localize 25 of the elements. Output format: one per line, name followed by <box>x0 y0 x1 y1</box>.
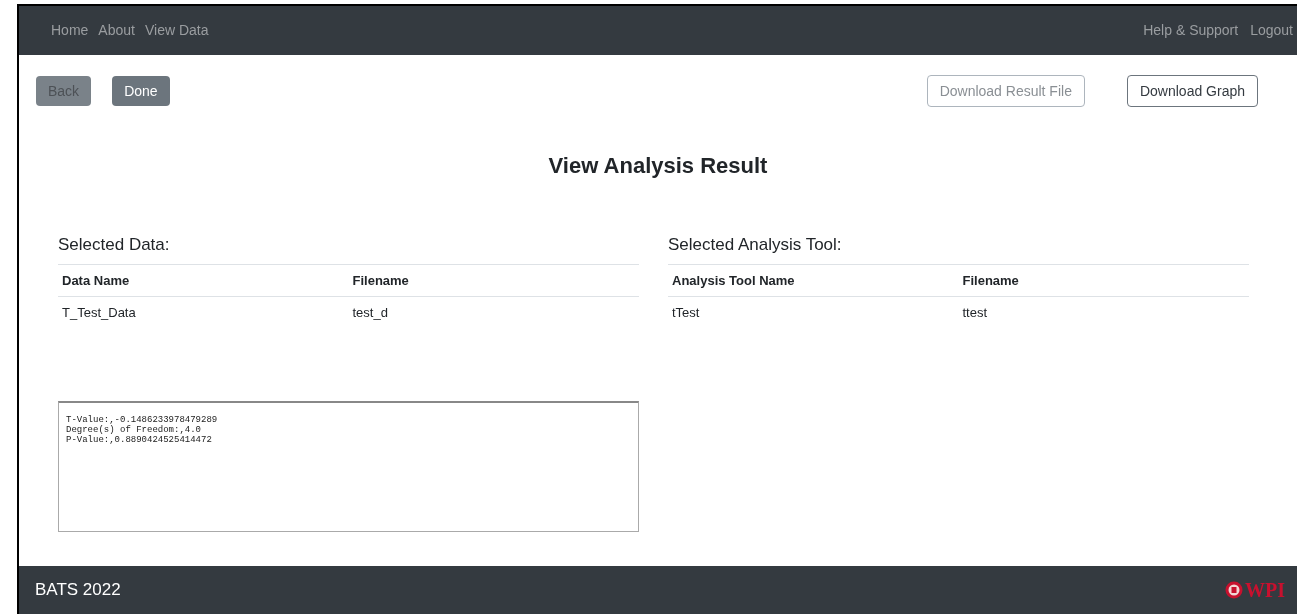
result-textarea[interactable]: T-Value:,-0.1486233978479289 Degree(s) of Freedom:,4.0 P-Value:,0.8890424525414472 <box>58 400 639 532</box>
table-cell: tTest <box>668 296 959 329</box>
section-heading: Selected Data: <box>58 232 639 265</box>
column-header: Filename <box>348 264 639 297</box>
result-line: P-Value:,0.8890424525414472 <box>66 434 213 445</box>
nav-link[interactable]: Logout <box>1250 20 1293 41</box>
seal-icon <box>1225 581 1243 599</box>
nav-link[interactable]: Home <box>51 20 89 41</box>
column-header: Data Name <box>58 264 349 297</box>
column-header: Filename <box>958 264 1249 297</box>
nav-link[interactable]: View Data <box>144 20 209 41</box>
section-heading: Selected Analysis Tool: <box>668 232 1249 265</box>
result-line: Degree(s) of Freedom:,4.0 <box>66 424 202 435</box>
table-cell: T_Test_Data <box>58 296 349 329</box>
action-button[interactable]: Done <box>112 76 170 106</box>
nav-link[interactable]: Help & Support <box>1143 20 1239 41</box>
page-title: View Analysis Result <box>547 152 769 180</box>
footer-brand: BATS 2022 <box>35 579 121 602</box>
column-header: Analysis Tool Name <box>668 264 959 297</box>
table-cell: test_d <box>348 296 639 329</box>
download-button[interactable]: Download Graph <box>1126 75 1258 107</box>
logo-text: WPI <box>1245 580 1285 600</box>
table-cell: ttest <box>958 296 1249 329</box>
result-line: T-Value:,-0.1486233978479289 <box>66 414 219 425</box>
nav-link[interactable]: About <box>98 20 135 41</box>
